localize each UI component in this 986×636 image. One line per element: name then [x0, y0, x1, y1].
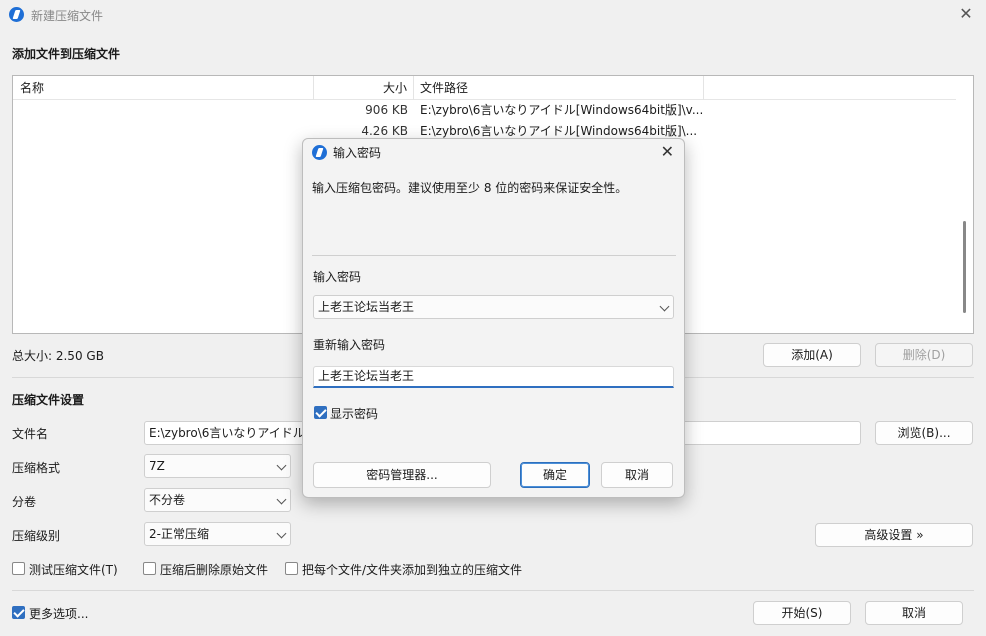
cancel-button[interactable]: 取消: [865, 601, 963, 625]
volume-value: 不分卷: [149, 493, 186, 507]
scrollbar-thumb[interactable]: [963, 221, 966, 313]
password-manager-button[interactable]: 密码管理器...: [313, 462, 491, 488]
app-logo-icon: [312, 145, 327, 160]
files-section-label: 添加文件到压缩文件: [12, 47, 121, 61]
table-row[interactable]: vulkan-1.dll906 KBE:\zybro\6言いなりアイドル[Win…: [13, 100, 957, 121]
dialog-description: 输入压缩包密码。建议使用至少 8 位的密码来保证安全性。: [312, 181, 628, 195]
delete-after-label[interactable]: 压缩后删除原始文件: [160, 561, 268, 578]
password-label: 输入密码: [313, 270, 362, 284]
close-icon[interactable]: ✕: [661, 142, 674, 161]
filename-label: 文件名: [12, 427, 49, 441]
column-size[interactable]: 大小: [314, 76, 414, 100]
password-dialog: 输入密码 ✕ 输入压缩包密码。建议使用至少 8 位的密码来保证安全性。 输入密码…: [302, 138, 685, 498]
more-options-checkbox[interactable]: [12, 606, 25, 619]
divider: [312, 255, 676, 256]
format-select[interactable]: 7Z: [144, 454, 291, 478]
chevron-down-icon: [276, 528, 287, 539]
column-name[interactable]: 名称: [13, 76, 314, 100]
show-password-checkbox[interactable]: [314, 406, 327, 419]
password-value: 上老王论坛当老王: [318, 300, 415, 314]
format-value: 7Z: [149, 459, 165, 473]
advanced-settings-button[interactable]: 高级设置 »: [815, 523, 973, 547]
window-close-icon[interactable]: ✕: [958, 6, 974, 22]
show-password-label[interactable]: 显示密码: [330, 405, 378, 422]
delete-button[interactable]: 删除(D): [875, 343, 973, 367]
total-size: 总大小: 2.50 GB: [12, 349, 104, 363]
level-select[interactable]: 2-正常压缩: [144, 522, 291, 546]
start-button[interactable]: 开始(S): [753, 601, 851, 625]
volume-label: 分卷: [12, 495, 37, 509]
reenter-label: 重新输入密码: [313, 338, 386, 352]
test-archive-checkbox[interactable]: [12, 562, 25, 575]
title-bar: 新建压缩文件 ✕: [0, 0, 986, 30]
cell-size: 906 KB: [365, 103, 408, 117]
browse-button[interactable]: 浏览(B)...: [875, 421, 973, 445]
separate-archives-checkbox[interactable]: [285, 562, 298, 575]
divider: [12, 590, 974, 591]
cell-path: E:\zybro\6言いなりアイドル[Windows64bit版]\v...: [420, 103, 703, 117]
file-list-header: 名称 大小 文件路径: [13, 76, 957, 100]
format-label: 压缩格式: [12, 461, 61, 475]
chevron-down-icon: [276, 460, 287, 471]
chevron-down-icon: [276, 494, 287, 505]
dialog-cancel-button[interactable]: 取消: [601, 462, 673, 488]
test-archive-label[interactable]: 测试压缩文件(T): [29, 561, 118, 578]
ok-button[interactable]: 确定: [520, 462, 590, 488]
separate-archives-label[interactable]: 把每个文件/文件夹添加到独立的压缩文件: [302, 561, 522, 578]
app-logo-icon: [9, 7, 24, 22]
reenter-password-input[interactable]: 上老王论坛当老王: [313, 366, 674, 388]
add-button[interactable]: 添加(A): [763, 343, 861, 367]
chevron-down-icon: [659, 301, 670, 312]
settings-section-label: 压缩文件设置: [12, 393, 85, 407]
scrollbar[interactable]: [956, 76, 973, 333]
level-label: 压缩级别: [12, 529, 61, 543]
dialog-title: 输入密码: [333, 146, 382, 160]
more-options-label[interactable]: 更多选项...: [29, 605, 88, 622]
delete-after-checkbox[interactable]: [143, 562, 156, 575]
level-value: 2-正常压缩: [149, 527, 209, 541]
volume-select[interactable]: 不分卷: [144, 488, 291, 512]
column-path[interactable]: 文件路径: [414, 76, 704, 100]
password-combobox[interactable]: 上老王论坛当老王: [313, 295, 674, 319]
window-title: 新建压缩文件: [31, 9, 104, 23]
